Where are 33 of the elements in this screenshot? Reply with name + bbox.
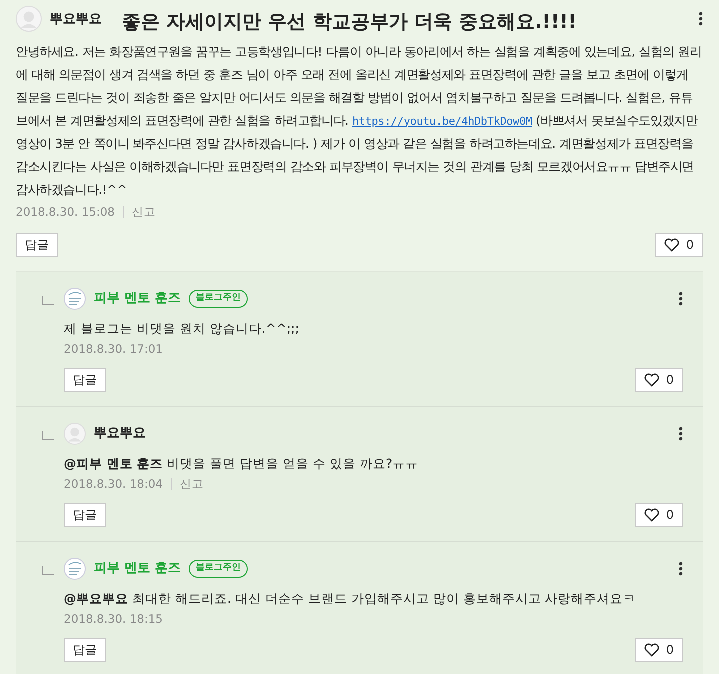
more-icon[interactable] (679, 562, 683, 576)
more-icon[interactable] (699, 12, 703, 26)
link[interactable]: https://youtu.be/4hDbTkDow0M (352, 114, 532, 128)
reply-text: 제 블로그는 비댓을 원치 않습니다.^^;;; (64, 320, 300, 338)
reply-indent-icon (42, 296, 54, 306)
heart-icon (664, 238, 680, 252)
reply-text: @뿌요뿌요 최대한 해드리죠. 대신 더순수 브랜드 가입해주시고 많이 홍보해주시고 사랑해주셔요ㅋ (64, 590, 638, 608)
reply-button[interactable]: 답글 (64, 368, 106, 392)
like-button[interactable]: 0 (655, 232, 703, 257)
more-icon[interactable] (679, 292, 683, 306)
owner-badge: 블로그주인 (189, 290, 248, 308)
heart-icon (644, 372, 660, 387)
owner-badge: 블로그주인 (189, 560, 248, 578)
reply-indent-icon (42, 566, 54, 576)
comment-date: 2018.8.30. 18:15 (64, 610, 163, 628)
comment-body: 안녕하세요. 저는 화장품연구원을 꿈꾸는 고등학생입니다! 다름이 아니라 동아리에서 하는 실험을 계획중에 있는데요, 실험의 원리에 대해 의문점이 생겨 검색을 하던 중 훈즈 님이 아주 오래 전에 올리신 계면활성제와 표면장력에 관한 글을 보고 초면에 이렇게 질문을 드린다는 것이 죄송한 줄은 알지만 어디서도 의문을 해결할 방법이 없어서 염치불구하고 질문을 드려봅니다. 실험은, 유튜브에서 본 계면활성제의 표면장력에 관한 실험을 하려고합니다. https://youtu.be/4hDbTkDow0M (바쁘셔서 못보실수도있겠지만 영상이 3분 안 쪽이니 봐주신다면 정말 감사하겠습니다. ) 제가 이 영상과 같은 실험을 하려고하는데요. 계면활성제가 표면장력을 감소시킨다는 사실은 이해하겠습니다만 표면장력의 감소와 피부장벽이 무너지는 것의 관계를 당최 모르겠어서요ㅠㅠ 답변주시면 감사하겠습니다.!^^ (16, 44, 703, 198)
comment-title: 좋은 자세이지만 우선 학교공부가 더욱 중요해요.!!!! (122, 10, 577, 35)
heart-icon (644, 642, 660, 657)
like-button[interactable]: 0 (635, 368, 683, 392)
like-button[interactable]: 0 (635, 638, 683, 662)
reply-button[interactable]: 답글 (64, 638, 106, 662)
author-name[interactable]: 뿌요뿌요 (94, 424, 146, 444)
reply-button[interactable]: 답글 (16, 232, 58, 257)
reply-indent-icon (42, 430, 54, 441)
more-icon[interactable] (679, 426, 683, 441)
heart-icon (644, 508, 660, 522)
comment-date: 2018.8.30. 18:04 (64, 476, 163, 492)
reply-text: @피부 멘토 훈즈 비댓을 풀면 답변을 얻을 수 있을 까요?ㅠㅠ (64, 454, 420, 473)
author-name[interactable]: 뿌요뿌요 (50, 10, 102, 29)
reply-button[interactable]: 답글 (64, 502, 106, 527)
comment-date: 2018.8.30. 15:08 (16, 204, 115, 220)
comment-date: 2018.8.30. 17:01 (64, 340, 163, 358)
like-button[interactable]: 0 (635, 502, 683, 527)
